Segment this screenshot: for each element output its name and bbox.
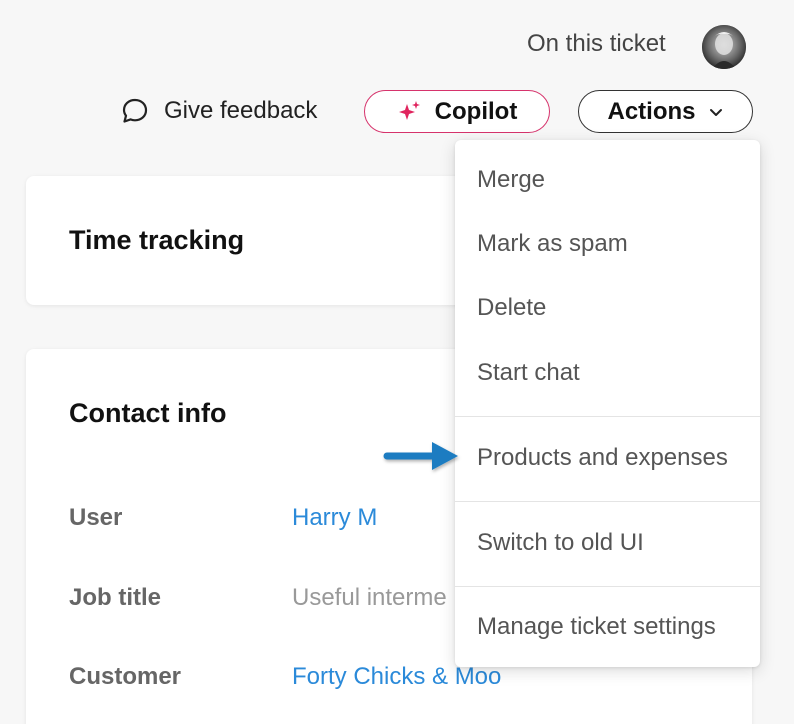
annotation-arrow-icon xyxy=(383,442,458,470)
menu-item-switch-to-old-ui[interactable]: Switch to old UI xyxy=(455,523,760,563)
job-title-label: Job title xyxy=(69,584,162,611)
actions-label: Actions xyxy=(607,97,696,125)
avatar-image xyxy=(702,25,746,69)
menu-item-products-and-expenses[interactable]: Products and expenses xyxy=(455,438,760,478)
copilot-button[interactable]: Copilot xyxy=(364,90,550,133)
user-label: User xyxy=(69,504,123,531)
chevron-down-icon xyxy=(709,108,722,116)
sparkle-icon xyxy=(398,100,420,120)
customer-link[interactable]: Forty Chicks & Moo xyxy=(292,663,501,691)
user-avatar[interactable] xyxy=(702,25,746,69)
menu-divider xyxy=(455,416,760,417)
menu-item-delete[interactable]: Delete xyxy=(455,288,760,328)
on-this-ticket-label: On this ticket xyxy=(527,30,666,57)
menu-divider xyxy=(455,586,760,587)
menu-item-manage-ticket-settings[interactable]: Manage ticket settings xyxy=(455,607,760,647)
copilot-label: Copilot xyxy=(434,97,518,125)
time-tracking-card: Time tracking xyxy=(26,176,496,305)
ticket-sidebar: On this ticket Give feedback Copilot Act… xyxy=(0,0,794,724)
job-title-value: Useful interme xyxy=(292,584,447,611)
actions-menu: Merge Mark as spam Delete Start chat Pro… xyxy=(455,140,760,667)
menu-item-start-chat[interactable]: Start chat xyxy=(455,353,760,393)
customer-label: Customer xyxy=(69,663,182,690)
actions-button[interactable]: Actions xyxy=(578,90,753,133)
chat-bubble-icon xyxy=(122,98,148,123)
contact-info-title: Contact info xyxy=(69,398,227,428)
give-feedback-label: Give feedback xyxy=(164,97,318,124)
user-link[interactable]: Harry M xyxy=(292,504,377,532)
menu-item-merge[interactable]: Merge xyxy=(455,160,760,200)
time-tracking-title: Time tracking xyxy=(69,225,245,255)
give-feedback-button[interactable]: Give feedback xyxy=(120,96,317,126)
menu-item-mark-as-spam[interactable]: Mark as spam xyxy=(455,224,760,264)
menu-divider xyxy=(455,501,760,502)
